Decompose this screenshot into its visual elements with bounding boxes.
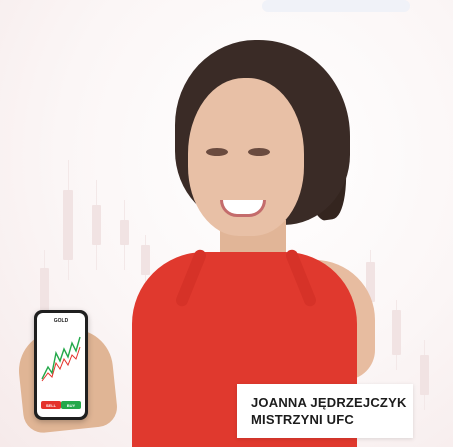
person-eye-left <box>206 148 228 156</box>
buy-button[interactable]: BUY <box>61 401 81 409</box>
athlete-name: JOANNA JĘDRZEJCZYK <box>251 395 407 410</box>
name-caption-card: JOANNA JĘDRZEJCZYK MISTRZYNI UFC <box>237 384 413 438</box>
promo-banner: GOLD SELL BUY JOANNA JĘDRZEJCZYK MISTRZY… <box>0 0 453 447</box>
sell-button[interactable]: SELL <box>41 401 61 409</box>
person-eye-right <box>248 148 270 156</box>
phone-screen: GOLD SELL BUY <box>37 313 85 417</box>
athlete-title: MISTRZYNI UFC <box>251 412 354 427</box>
phone-instrument-title: GOLD <box>53 318 69 324</box>
phone-price-chart <box>41 336 81 382</box>
smartphone: GOLD SELL BUY <box>34 310 88 420</box>
